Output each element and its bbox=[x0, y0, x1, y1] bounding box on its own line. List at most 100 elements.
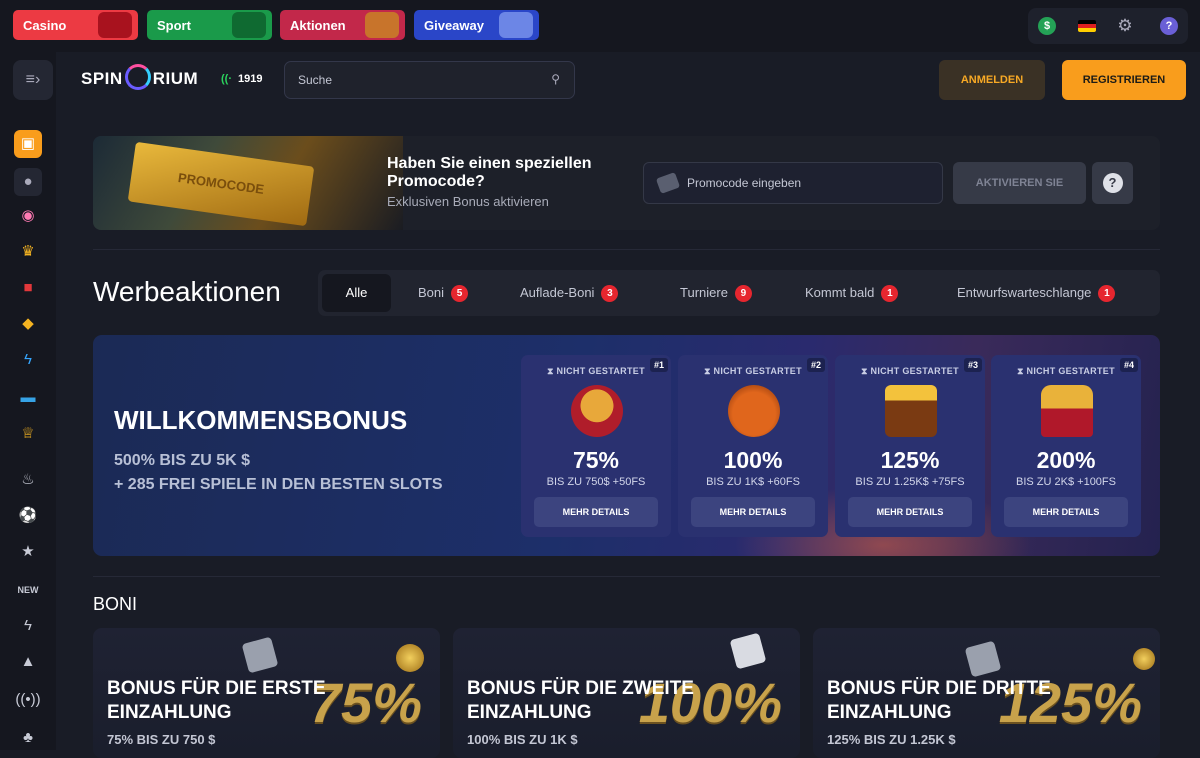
more-details-button[interactable]: MEHR DETAILS bbox=[691, 497, 815, 527]
help-button[interactable]: ? bbox=[1092, 162, 1133, 204]
gear-icon[interactable]: ⚙ bbox=[1116, 17, 1134, 35]
promocode-ticket: PROMOCODE bbox=[127, 141, 315, 227]
promocode-image: PROMOCODE bbox=[93, 136, 403, 230]
sidebar: ≡› ▣ ● ◉ ♛ ■ ◆ ϟ ▬ ♕ ♨ ⚽ ★ NEW ϟ ▲ ((•))… bbox=[0, 52, 56, 750]
ticket-icon[interactable]: ▬ bbox=[14, 384, 42, 412]
logo-text-left: SPIN bbox=[81, 69, 123, 88]
bonus-card[interactable]: 125% BONUS FÜR DIE DRITTE EINZAHLUNG 125… bbox=[813, 628, 1160, 758]
category-label: Casino bbox=[23, 18, 67, 33]
status-label: ⧗ NICHT GESTARTET bbox=[547, 366, 645, 376]
tab-kommt-bald[interactable]: Kommt bald 1 bbox=[805, 274, 899, 312]
tab-label: Turniere bbox=[680, 285, 728, 300]
activate-button[interactable]: AKTIVIEREN SIE bbox=[953, 162, 1086, 204]
logo[interactable]: SPIN RIUM bbox=[81, 63, 199, 90]
wheel-icon[interactable]: ◉ bbox=[14, 202, 42, 230]
live-icon[interactable]: ((•)) bbox=[14, 686, 42, 714]
status-text: NICHT GESTARTET bbox=[870, 366, 959, 376]
category-giveaway[interactable]: Giveaway bbox=[414, 10, 539, 40]
online-counter: ((· 1919 bbox=[221, 73, 262, 85]
cherry-icon[interactable]: ♣ bbox=[14, 724, 42, 752]
gift-icon[interactable]: ■ bbox=[14, 274, 42, 302]
welcome-bonus-banner: WILLKOMMENSBONUS 500% BIS ZU 5K $ + 285 … bbox=[93, 335, 1160, 556]
search-input[interactable]: Suche ⚲ bbox=[284, 61, 575, 99]
category-label: Sport bbox=[157, 18, 191, 33]
status-text: NICHT GESTARTET bbox=[556, 366, 645, 376]
new-icon[interactable]: NEW bbox=[14, 576, 42, 604]
coin-icon bbox=[396, 644, 424, 672]
crown-icon[interactable]: ♕ bbox=[14, 420, 42, 448]
bonus-detail: BIS ZU 750$ +50FS bbox=[546, 476, 646, 488]
search-icon[interactable]: ⚲ bbox=[551, 72, 560, 86]
tab-entwurfswarteschlange[interactable]: Entwurfswarteschlange 1 bbox=[957, 274, 1116, 312]
tab-auflade-boni[interactable]: Auflade-Boni 3 bbox=[520, 274, 619, 312]
bonus-percent: 125% bbox=[880, 447, 940, 473]
flag-de-icon[interactable] bbox=[1078, 20, 1096, 32]
status-text: NICHT GESTARTET bbox=[1026, 366, 1115, 376]
support-icon[interactable]: ? bbox=[1160, 17, 1178, 35]
tab-turniere[interactable]: Turniere 9 bbox=[680, 274, 752, 312]
promotion-tabs: Alle Boni 5 Auflade-Boni 3 Turniere 9 Kommt… bbox=[318, 270, 1160, 316]
slot-machine-icon bbox=[98, 12, 132, 38]
search-placeholder: Suche bbox=[298, 73, 333, 87]
promocode-banner: PROMOCODE Haben Sie einen speziellen Pro… bbox=[93, 136, 1160, 230]
promocode-title: Haben Sie einen speziellen Promocode? bbox=[387, 155, 592, 190]
logo-text-right: RIUM bbox=[152, 69, 199, 88]
more-details-button[interactable]: MEHR DETAILS bbox=[848, 497, 972, 527]
count-badge: 5 bbox=[451, 285, 469, 302]
trophy-icon[interactable]: ♛ bbox=[14, 238, 42, 266]
category-label: Giveaway bbox=[424, 18, 484, 33]
lightning-icon[interactable]: ϟ bbox=[14, 346, 42, 374]
bonus-subtitle: 75% BIS ZU 750 $ bbox=[107, 732, 216, 747]
gamepad-ball-icon bbox=[232, 12, 266, 38]
phone-watch-icon bbox=[499, 12, 533, 38]
bonus-step-card: #4 ⧗ NICHT GESTARTET 200% BIS ZU 2K$ +10… bbox=[991, 355, 1141, 537]
wifi-icon: ((· bbox=[221, 73, 232, 85]
bonus-card[interactable]: 75% BONUS FÜR DIE ERSTE EINZAHLUNG 75% B… bbox=[93, 628, 440, 758]
bonus-detail: BIS ZU 2K$ +100FS bbox=[1016, 476, 1116, 488]
category-casino[interactable]: Casino bbox=[13, 10, 138, 40]
divider bbox=[93, 576, 1160, 577]
category-label: Aktionen bbox=[290, 18, 346, 33]
crown-icon bbox=[1041, 385, 1093, 437]
tab-label: Alle bbox=[345, 285, 368, 300]
status-label: ⧗ NICHT GESTARTET bbox=[861, 366, 959, 376]
football-icon[interactable]: ⚽ bbox=[14, 502, 42, 530]
bonus-title: BONUS FÜR DIE DRITTE EINZAHLUNG bbox=[827, 678, 1051, 723]
tab-alle[interactable]: Alle bbox=[322, 274, 391, 312]
tab-boni[interactable]: Boni 5 bbox=[418, 274, 469, 312]
register-button[interactable]: REGISTRIEREN bbox=[1062, 60, 1186, 100]
login-button[interactable]: ANMELDEN bbox=[939, 60, 1045, 100]
count-badge: 3 bbox=[601, 285, 619, 302]
tab-label: Boni bbox=[418, 285, 445, 300]
promocode-input[interactable]: Promocode eingeben bbox=[643, 162, 943, 204]
logo-icon[interactable]: ▲ bbox=[14, 648, 42, 676]
gift-icon bbox=[365, 12, 399, 38]
category-aktionen[interactable]: Aktionen bbox=[280, 10, 405, 40]
promocode-placeholder: Promocode eingeben bbox=[687, 176, 802, 190]
bonus-detail: BIS ZU 1.25K$ +75FS bbox=[855, 476, 965, 488]
bonus-subtitle: 100% BIS ZU 1K $ bbox=[467, 732, 578, 747]
bonus-detail: BIS ZU 1K$ +60FS bbox=[706, 476, 800, 488]
bolt-icon[interactable]: ϟ bbox=[14, 612, 42, 640]
bonus-card[interactable]: 100% BONUS FÜR DIE ZWEITE EINZAHLUNG 100… bbox=[453, 628, 800, 758]
count-badge: 1 bbox=[881, 285, 899, 302]
star-icon[interactable]: ★ bbox=[14, 538, 42, 566]
divider bbox=[93, 249, 1160, 250]
welcome-title: WILLKOMMENSBONUS bbox=[114, 405, 408, 435]
bonus-title: BONUS FÜR DIE ZWEITE EINZAHLUNG bbox=[467, 678, 694, 723]
gem-icon[interactable]: ◆ bbox=[14, 310, 42, 338]
money-bag-icon bbox=[728, 385, 780, 437]
bonus-subtitle: 125% BIS ZU 1.25K $ bbox=[827, 732, 956, 747]
currency-icon[interactable]: $ bbox=[1038, 17, 1056, 35]
bonus-title: BONUS FÜR DIE ERSTE EINZAHLUNG bbox=[107, 678, 326, 723]
gift-icon bbox=[964, 640, 1002, 678]
header: SPIN RIUM ((· 1919 Suche ⚲ ANMELDEN REGIST… bbox=[56, 52, 1200, 110]
basketball-icon[interactable]: ● bbox=[14, 168, 42, 196]
more-details-button[interactable]: MEHR DETAILS bbox=[534, 497, 658, 527]
category-sport[interactable]: Sport bbox=[147, 10, 272, 40]
more-details-button[interactable]: MEHR DETAILS bbox=[1004, 497, 1128, 527]
boni-heading: BONI bbox=[93, 594, 138, 614]
menu-toggle-icon[interactable]: ≡› bbox=[13, 60, 53, 100]
sport-icon[interactable]: ▣ bbox=[14, 130, 42, 158]
fire-icon[interactable]: ♨ bbox=[14, 466, 42, 494]
